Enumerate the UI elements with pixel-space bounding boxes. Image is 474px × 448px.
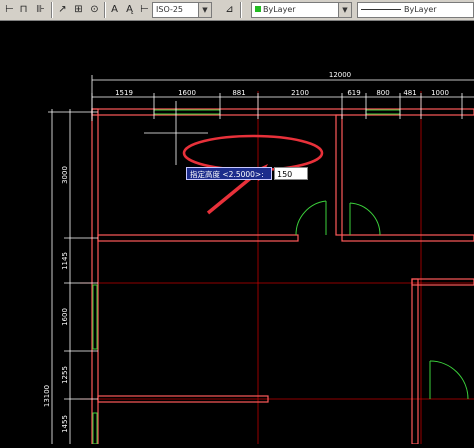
overall-height-label: 13100	[43, 385, 51, 407]
wall-vertical	[411, 278, 419, 445]
tolerance-icon[interactable]: ⊞	[71, 2, 86, 17]
toolbar-separator	[51, 2, 53, 18]
dimstyle-value: ISO-25	[156, 5, 184, 14]
dim-update-icon[interactable]: ⊢	[137, 2, 152, 17]
wall-horizontal	[341, 234, 474, 242]
leader-icon[interactable]: ↗	[55, 2, 70, 17]
window	[92, 284, 98, 350]
highlight-ellipse	[182, 134, 324, 172]
dim-linear-icon[interactable]: ⊢	[2, 2, 17, 17]
walls	[91, 108, 474, 445]
dim-label: 881	[232, 89, 245, 97]
overall-width-label: 12000	[329, 71, 351, 79]
wall-top	[91, 108, 474, 116]
toolbar: ⊢ ⊓ ⊪ ↗ ⊞ ⊙ A Ą ⊢ ISO-25 ▼ ⊿ ByLayer ▼ B…	[0, 0, 474, 21]
dim-label: 800	[376, 89, 389, 97]
toolbar-separator	[104, 2, 106, 18]
door-swing	[429, 360, 469, 400]
chevron-down-icon[interactable]: ▼	[198, 3, 211, 17]
axis-gridlines	[80, 91, 474, 444]
doors	[295, 200, 469, 400]
dim-label: 1455	[61, 415, 69, 433]
door-swing	[295, 200, 327, 236]
left-dimensions: 3000 1145 1600 1255 1455 13100	[43, 109, 98, 444]
wall-horizontal	[97, 234, 299, 242]
center-mark-icon[interactable]: ⊙	[87, 2, 102, 17]
dim-label: 1255	[61, 366, 69, 384]
dim-label: 1145	[61, 252, 69, 270]
command-prompt-tooltip: 指定高度 <2.5000>:	[186, 167, 272, 180]
layer-value: ByLayer	[263, 5, 296, 14]
dim-label: 1519	[115, 89, 133, 97]
dim-label: 1600	[178, 89, 196, 97]
color-swatch-icon	[255, 6, 261, 12]
toolbar-separator	[240, 2, 242, 18]
dim-label: 1600	[61, 308, 69, 326]
dim-label: 2100	[291, 89, 309, 97]
height-input-field[interactable]: 150	[274, 167, 308, 180]
wall-left	[91, 108, 99, 445]
linetype-value: ByLayer	[404, 5, 437, 14]
window	[153, 109, 221, 115]
chevron-down-icon[interactable]: ▼	[338, 3, 351, 17]
dimstyle-dropdown[interactable]: ISO-25 ▼	[152, 2, 212, 18]
linetype-dropdown[interactable]: ByLayer	[357, 2, 474, 18]
dim-text-edit-icon[interactable]: Ą	[122, 2, 137, 17]
dim-label: 481	[403, 89, 416, 97]
windows	[92, 109, 401, 445]
window	[365, 109, 401, 115]
door-swing	[349, 202, 381, 236]
dim-label: 619	[347, 89, 360, 97]
linetype-preview-icon	[361, 9, 401, 10]
wall-vertical	[335, 114, 343, 236]
top-dimensions: 12000 1519 1600 881 2100 619 800 481 100…	[91, 71, 474, 121]
drawing-canvas[interactable]: 12000 1519 1600 881 2100 619 800 481 100…	[0, 21, 474, 445]
dim-label: 3000	[61, 166, 69, 184]
dim-edit-icon[interactable]: A	[107, 2, 122, 17]
dim-aligned-icon[interactable]: ⊓	[16, 2, 31, 17]
layer-dropdown[interactable]: ByLayer ▼	[251, 2, 352, 18]
window	[92, 412, 98, 445]
dimstyle-manager-icon[interactable]: ⊿	[222, 2, 237, 17]
dim-baseline-icon[interactable]: ⊪	[33, 2, 48, 17]
dim-label: 1000	[431, 89, 449, 97]
